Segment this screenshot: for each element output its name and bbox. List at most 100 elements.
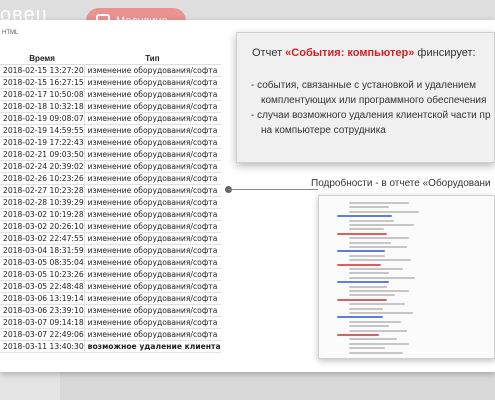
cell-type: изменение оборудования/софта xyxy=(84,196,221,209)
report-thumbnail[interactable] xyxy=(318,195,495,359)
note-title-prefix: Отчет xyxy=(252,47,286,59)
thumbnail-text-line xyxy=(337,334,379,336)
thumbnail-text-line xyxy=(349,342,409,345)
thumbnail-text-line xyxy=(349,202,409,204)
cell-time: 2018-02-28 10:39:29 xyxy=(0,196,85,209)
cell-type: изменение оборудования/софта xyxy=(84,328,221,341)
column-header-time: Время xyxy=(0,53,85,65)
bottom-band-strip xyxy=(60,372,495,400)
cell-time: 2018-03-02 22:47:55 xyxy=(0,232,85,245)
table-row: 2018-02-19 09:08:07 изменение оборудовани… xyxy=(0,112,221,125)
cell-time: 2018-03-07 09:14:18 xyxy=(0,316,85,329)
thumbnail-text-line xyxy=(349,325,389,328)
table-row: 2018-02-17 10:50:08 изменение оборудовани… xyxy=(0,88,221,101)
thumbnail-text-line xyxy=(337,298,387,301)
thumbnail-text-line xyxy=(349,246,407,248)
events-table: Время Тип 2018-02-15 13:27:20 изменение о… xyxy=(0,53,221,353)
note-title-highlight: «События: компьютер» xyxy=(285,47,415,59)
cell-type: изменение оборудования/софта xyxy=(84,292,221,305)
cell-type: изменение оборудования/софта xyxy=(84,244,221,257)
slide: HTML Время Тип 2018-02-15 13:27:20 измене… xyxy=(0,20,495,372)
cell-type: изменение оборудования/софта xyxy=(84,76,221,89)
cell-time: 2018-03-02 10:19:28 xyxy=(0,208,85,221)
table-row: 2018-02-18 10:32:18 изменение оборудовани… xyxy=(0,100,221,113)
thumbnail-text-line xyxy=(349,254,385,257)
thumbnail-text-line xyxy=(337,250,385,253)
cell-time: 2018-02-19 17:22:43 xyxy=(0,136,85,149)
table-row: 2018-03-05 10:23:26 изменение оборудовани… xyxy=(0,268,221,281)
thumbnail-text-line xyxy=(349,307,383,310)
cell-time: 2018-02-15 13:27:20 xyxy=(0,64,85,77)
thumbnail-text-line xyxy=(349,268,403,270)
table-row: 2018-03-04 18:31:59 изменение оборудовани… xyxy=(0,244,221,257)
thumbnail-text-line xyxy=(349,224,414,226)
cell-time: 2018-03-02 20:26:10 xyxy=(0,220,85,233)
cell-type: изменение оборудования/софта xyxy=(84,172,221,185)
cell-type: изменение оборудования/софта xyxy=(84,256,221,269)
cell-time: 2018-02-26 10:23:26 xyxy=(0,172,85,185)
thumbnail-text-line xyxy=(337,263,381,266)
table-row: 2018-03-07 22:49:06 изменение оборудовани… xyxy=(0,328,221,341)
cell-time: 2018-03-04 18:31:59 xyxy=(0,244,85,257)
cell-type: изменение оборудования/софта xyxy=(84,304,221,317)
cell-time: 2018-03-06 13:19:14 xyxy=(0,292,85,305)
cell-type: изменение оборудования/софта xyxy=(84,64,221,77)
cell-type: изменение оборудования/софта xyxy=(84,208,221,221)
cell-type: изменение оборудования/софта xyxy=(84,112,221,125)
thumbnail-text-line xyxy=(349,329,407,332)
table-header-row: Время Тип xyxy=(0,53,221,65)
note-line: комплентующих или программного обеспечен… xyxy=(261,95,487,106)
note-line: - случаи возможного удаления клиентской … xyxy=(251,110,491,121)
cell-type: изменение оборудования/софта xyxy=(84,88,221,101)
table-row: 2018-03-07 09:14:18 изменение оборудовани… xyxy=(0,316,221,329)
note-title: Отчет «События: компьютер» финсирует: xyxy=(252,47,476,59)
thumbnail-text-line xyxy=(349,290,409,292)
cell-type: изменение оборудования/софта xyxy=(84,124,221,137)
thumbnail-text-line xyxy=(349,237,409,240)
cell-type: изменение оборудования/софта xyxy=(84,148,221,161)
cell-type: изменение оборудования/софта xyxy=(84,232,221,245)
cell-time: 2018-02-18 10:32:18 xyxy=(0,100,85,113)
note-title-suffix: финсирует: xyxy=(414,47,476,59)
thumbnail-text-line xyxy=(349,241,391,244)
details-label: Подробности - в отчете «Оборудовани xyxy=(311,178,491,189)
table-row: 2018-02-24 20:39:02 изменение оборудовани… xyxy=(0,160,221,173)
cell-type: изменение оборудования/софта xyxy=(84,268,221,281)
report-note-box: Отчет «События: компьютер» финсирует: - … xyxy=(236,32,495,163)
thumbnail-text-line xyxy=(337,281,389,284)
table-row: 2018-02-15 16:27:15 изменение оборудовани… xyxy=(0,76,221,89)
thumbnail-text-line xyxy=(349,303,405,306)
table-row: 2018-02-26 10:23:26 изменение оборудовани… xyxy=(0,172,221,185)
cell-time: 2018-03-11 13:40:30 xyxy=(0,340,85,353)
table-row: 2018-03-05 08:35:04 изменение оборудовани… xyxy=(0,256,221,269)
cell-time: 2018-02-21 09:03:50 xyxy=(0,148,85,161)
thumbnail-text-line xyxy=(337,232,387,235)
table-row: 2018-02-21 09:03:50 изменение оборудовани… xyxy=(0,148,221,161)
table-row: 2018-03-11 13:40:30 возможное удаление кл… xyxy=(0,340,221,353)
cell-time: 2018-02-15 16:27:15 xyxy=(0,76,85,89)
cell-type: изменение оборудования/софта xyxy=(84,220,221,233)
table-row: 2018-03-02 20:26:10 изменение оборудовани… xyxy=(0,220,221,233)
table-row: 2018-02-28 10:39:29 изменение оборудовани… xyxy=(0,196,221,209)
cell-type: изменение оборудования/софта xyxy=(84,316,221,329)
cell-time: 2018-03-07 22:49:06 xyxy=(0,328,85,341)
cell-time: 2018-03-05 08:35:04 xyxy=(0,256,85,269)
table-row: 2018-03-05 22:48:48 изменение оборудовани… xyxy=(0,280,221,293)
table-row: 2018-02-19 14:59:55 изменение оборудовани… xyxy=(0,124,221,137)
thumbnail-text-line xyxy=(349,206,389,209)
thumbnail-text-line xyxy=(349,320,401,323)
thumbnail-text-line xyxy=(349,347,385,350)
bottom-band xyxy=(0,372,495,400)
table-row: 2018-02-15 13:27:20 изменение оборудовани… xyxy=(0,64,221,77)
table-row: 2018-02-27 10:23:28 изменение оборудовани… xyxy=(0,184,221,197)
thumbnail-text-line xyxy=(349,259,411,262)
thumbnail-text-line xyxy=(349,276,415,279)
thumbnail-text-line xyxy=(349,228,384,231)
note-line: на компьютере сотрудника xyxy=(261,125,386,136)
table-row: 2018-03-02 10:19:28 изменение оборудовани… xyxy=(0,208,221,221)
column-header-type: Тип xyxy=(84,53,221,65)
cell-time: 2018-02-24 20:39:02 xyxy=(0,160,85,173)
connector-line xyxy=(228,189,318,190)
thumbnail-text-line xyxy=(349,338,397,341)
table-row: 2018-03-06 13:19:14 изменение оборудовани… xyxy=(0,292,221,305)
